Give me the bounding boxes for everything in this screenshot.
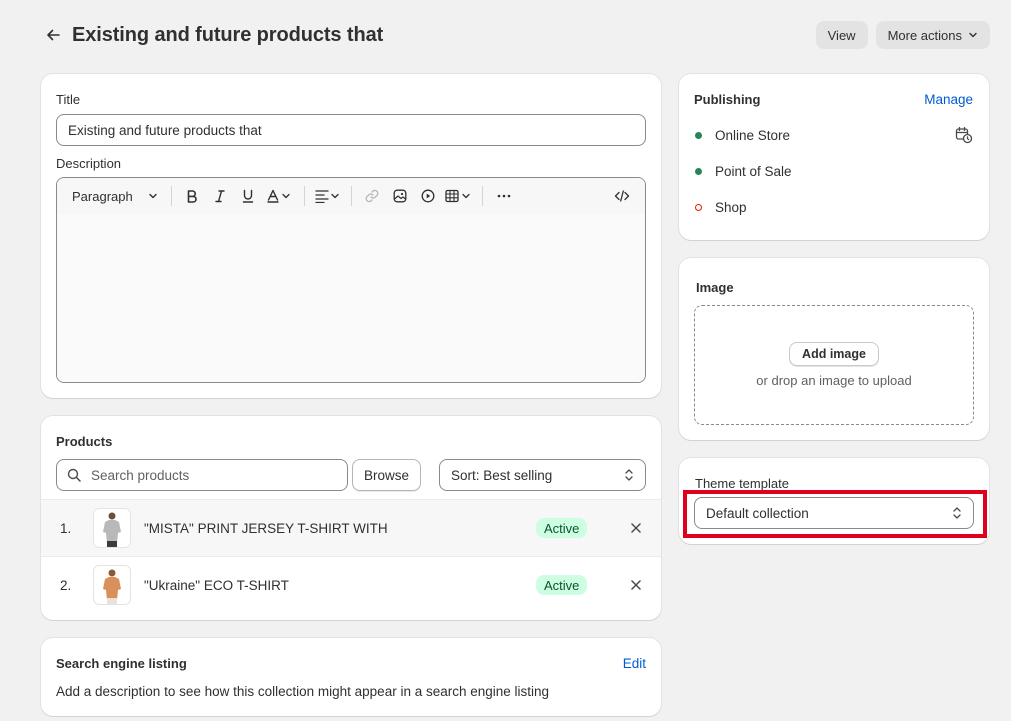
title-input[interactable]: Existing and future products that [56,114,646,146]
link-icon[interactable] [358,183,386,209]
channel-point-of-sale: Point of Sale [695,164,792,179]
close-icon [631,523,641,533]
description-textarea[interactable] [57,214,645,382]
remove-product-button[interactable] [629,521,643,535]
more-actions-label: More actions [887,27,962,43]
search-products-input[interactable]: Search products [56,459,348,491]
toolbar-divider [304,186,305,206]
toolbar-divider [482,186,483,206]
status-badge: Active [536,575,588,595]
search-icon [67,468,81,482]
seo-description: Add a description to see how this collec… [56,684,550,699]
page-header: Existing and future products that View M… [40,20,990,50]
image-heading: Image [696,280,734,295]
description-editor: Paragraph [56,177,646,383]
add-image-button[interactable]: Add image [789,342,879,366]
text-color-icon[interactable] [262,183,298,209]
products-heading: Products [56,434,113,449]
product-name[interactable]: "MISTA" PRINT JERSEY T-SHIRT WITH [144,521,388,536]
publishing-card: Publishing Manage Online Store Point of … [679,74,989,240]
toolbar-divider [351,186,352,206]
sort-value: Sort: Best selling [451,467,553,483]
status-dot [695,168,702,175]
paragraph-dropdown[interactable]: Paragraph [65,183,165,209]
schedule-calendar-icon[interactable] [955,126,973,144]
browse-button[interactable]: Browse [352,459,422,491]
editor-toolbar: Paragraph [57,178,645,214]
product-number: 1. [60,520,72,536]
underline-icon[interactable] [234,183,262,209]
close-icon [631,580,641,590]
publishing-heading: Publishing [694,92,761,107]
status-dot [695,132,702,139]
seo-heading: Search engine listing [56,656,187,671]
channel-name: Shop [715,200,747,215]
status-badge: Active [536,518,588,538]
seo-edit-link[interactable]: Edit [623,656,646,671]
seo-card: Search engine listing Edit Add a descrip… [41,638,661,716]
paragraph-label: Paragraph [72,188,133,204]
chevron-down-icon [968,30,978,40]
more-actions-button[interactable]: More actions [875,21,990,49]
align-icon[interactable] [311,183,345,209]
details-card: Title Existing and future products that … [41,74,661,398]
more-formatting-icon[interactable] [489,183,519,209]
arrow-left-icon [47,29,60,41]
product-row[interactable]: 2. "Ukraine" ECO T-SHIRT Active [41,556,661,613]
toolbar-divider [171,186,172,206]
manage-link[interactable]: Manage [924,92,973,107]
select-arrows-icon [624,468,634,482]
highlight-box [683,490,987,538]
image-card: Image Add image or drop an image to uplo… [679,258,989,440]
channel-online-store: Online Store [695,128,790,143]
product-thumbnail [93,508,131,548]
code-view-icon[interactable] [607,183,637,209]
back-button[interactable] [40,22,66,48]
product-thumbnail [93,565,131,605]
product-row[interactable]: 1. "MISTA" PRINT JERSEY T-SHIRT WITH Act… [41,499,661,556]
browse-label: Browse [364,467,410,483]
table-icon[interactable] [442,183,476,209]
view-button-label: View [827,27,856,43]
image-dropzone[interactable]: Add image or drop an image to upload [694,305,974,425]
theme-template-label: Theme template [695,476,789,491]
bold-icon[interactable] [178,183,206,209]
chevron-down-icon [149,193,157,199]
product-name[interactable]: "Ukraine" ECO T-SHIRT [144,578,289,593]
product-number: 2. [60,577,72,593]
products-card: Products Search products Browse Sort: Be… [41,416,661,620]
channel-name: Point of Sale [715,164,792,179]
view-button[interactable]: View [815,21,868,49]
title-label: Title [56,92,81,107]
add-image-label: Add image [802,347,866,361]
italic-icon[interactable] [206,183,234,209]
page-title: Existing and future products that [72,23,384,46]
title-input-value: Existing and future products that [68,122,262,138]
image-icon[interactable] [386,183,414,209]
search-placeholder: Search products [91,467,190,483]
video-icon[interactable] [414,183,442,209]
channel-name: Online Store [715,128,791,143]
sort-select[interactable]: Sort: Best selling [439,459,646,491]
remove-product-button[interactable] [629,578,643,592]
description-label: Description [56,156,122,171]
channel-shop: Shop [695,200,747,215]
status-dot [695,204,702,211]
drop-hint: or drop an image to upload [756,373,912,388]
